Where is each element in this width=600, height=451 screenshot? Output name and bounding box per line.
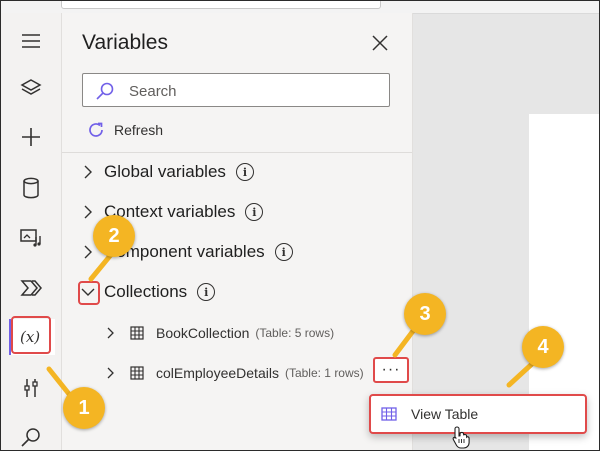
callout-arrows [46,248,536,402]
callout-badge-3: 3 [404,293,446,335]
callout-badge-1: 1 [63,387,105,429]
callout-badge-2: 2 [93,215,135,257]
app-window: (x) Variables Refresh Global variables i [0,0,600,451]
callout-badge-4: 4 [522,326,564,368]
